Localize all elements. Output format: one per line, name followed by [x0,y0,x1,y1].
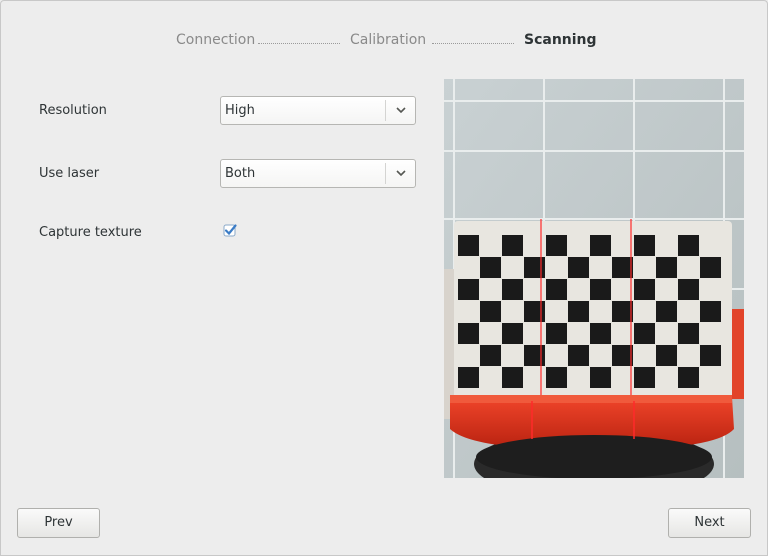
checker-square [590,323,611,344]
capture-texture-checkbox[interactable] [223,223,238,238]
prev-button[interactable]: Prev [17,508,100,538]
checker-square [678,367,699,388]
checker-square [678,323,699,344]
checker-square [458,367,479,388]
checker-square [678,279,699,300]
checker-square [590,279,611,300]
checker-square [656,301,677,322]
step-calibration: Calibration [350,32,427,48]
checker-square [524,345,545,366]
combo-separator [385,163,386,184]
checker-square [458,323,479,344]
camera-preview [444,79,744,478]
checker-square [700,257,721,278]
chevron-down-icon [396,107,406,114]
checker-square [524,301,545,322]
checker-square [480,257,501,278]
checker-square [634,323,655,344]
step-connection: Connection [176,32,256,48]
step-separator [258,43,340,44]
checker-square [612,301,633,322]
checker-square [656,257,677,278]
resolution-label: Resolution [39,103,107,118]
checker-square [678,235,699,256]
checker-square [568,345,589,366]
checker-square [546,323,567,344]
checker-square [568,301,589,322]
checker-square [612,257,633,278]
checker-square [502,367,523,388]
combo-separator [385,100,386,121]
checker-square [568,257,589,278]
checker-square [634,235,655,256]
use-laser-value: Both [225,166,256,181]
resolution-combo[interactable]: High [220,96,416,125]
use-laser-combo[interactable]: Both [220,159,416,188]
checker-square [590,235,611,256]
checker-square [546,367,567,388]
wizard-steps: Connection Calibration Scanning [0,32,768,50]
checker-square [656,345,677,366]
checker-square [634,279,655,300]
chevron-down-icon [396,170,406,177]
checker-square [700,301,721,322]
checker-square [546,279,567,300]
checker-square [634,367,655,388]
next-button[interactable]: Next [668,508,751,538]
checker-square [480,345,501,366]
use-laser-label: Use laser [39,166,100,181]
checker-square [524,257,545,278]
step-scanning: Scanning [524,32,597,48]
checker-square [502,235,523,256]
checker-square [480,301,501,322]
checker-square [700,345,721,366]
resolution-value: High [225,103,255,118]
checker-square [458,279,479,300]
checker-square [502,323,523,344]
camera-feed-image [444,79,744,478]
capture-texture-label: Capture texture [39,225,142,240]
checker-square [612,345,633,366]
checker-square [546,235,567,256]
checker-square [590,367,611,388]
checker-square [502,279,523,300]
checker-square [458,235,479,256]
step-separator [432,43,514,44]
